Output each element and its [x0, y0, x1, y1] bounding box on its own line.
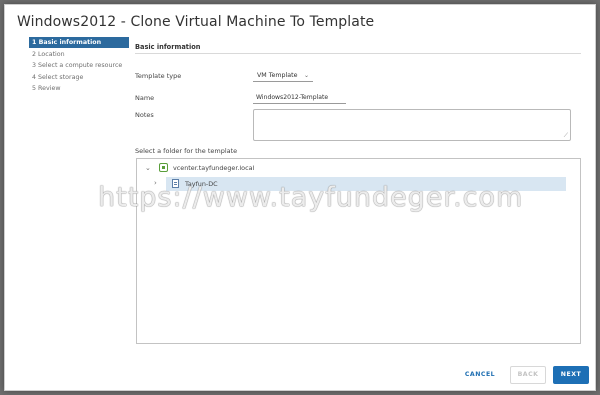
template-type-select[interactable]: VM Template ⌄ — [253, 71, 313, 82]
step-compute-resource[interactable]: 3 Select a compute resource — [29, 60, 129, 71]
folder-label: Select a folder for the template — [135, 147, 238, 155]
wizard-steps: 1 Basic information 2 Location 3 Select … — [29, 37, 129, 95]
name-label: Name — [135, 94, 155, 102]
tree-row-datacenter[interactable]: Tayfun-DC — [166, 177, 566, 191]
step-select-storage[interactable]: 4 Select storage — [29, 72, 129, 83]
chevron-down-icon[interactable]: ⌄ — [145, 161, 151, 175]
folder-tree[interactable]: ⌄ vcenter.tayfundeger.local Tayfun-DC › — [136, 158, 581, 344]
step-review[interactable]: 5 Review — [29, 83, 129, 94]
datacenter-icon — [172, 179, 179, 188]
name-input[interactable]: Windows2012-Template — [253, 93, 346, 104]
step-location[interactable]: 2 Location — [29, 49, 129, 60]
chevron-right-icon[interactable]: › — [154, 179, 157, 187]
next-button[interactable]: NEXT — [553, 366, 589, 384]
vcenter-icon — [159, 163, 168, 172]
tree-row-vcenter[interactable]: ⌄ vcenter.tayfundeger.local — [137, 161, 580, 175]
chevron-down-icon: ⌄ — [303, 72, 309, 79]
template-type-value: VM Template — [257, 72, 298, 79]
back-button[interactable]: BACK — [510, 366, 546, 384]
section-title: Basic information — [135, 43, 201, 51]
notes-label: Notes — [135, 111, 154, 119]
cancel-button[interactable]: CANCEL — [460, 366, 500, 384]
section-divider — [135, 53, 581, 54]
resize-grip-icon[interactable]: ⟋ — [564, 133, 568, 139]
template-type-label: Template type — [135, 72, 182, 80]
notes-textarea[interactable]: ⟋ — [253, 109, 571, 141]
tree-label-vcenter: vcenter.tayfundeger.local — [173, 164, 255, 172]
dialog-title: Windows2012 - Clone Virtual Machine To T… — [17, 14, 375, 30]
tree-label-datacenter: Tayfun-DC — [185, 180, 218, 188]
step-basic-information[interactable]: 1 Basic information — [29, 37, 129, 48]
clone-dialog: Windows2012 - Clone Virtual Machine To T… — [4, 4, 596, 391]
